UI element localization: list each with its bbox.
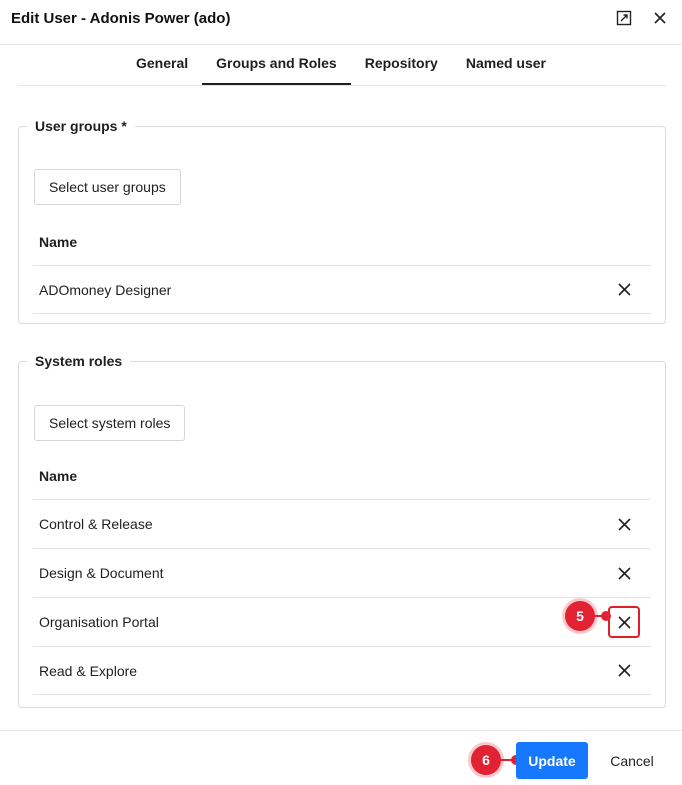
table-row: Read & Explore (33, 646, 651, 695)
close-icon (617, 517, 631, 531)
footer-divider (0, 730, 682, 731)
select-system-roles-button[interactable]: Select system roles (34, 405, 186, 441)
remove-user-group-button[interactable] (608, 274, 640, 306)
system-role-name: Control & Release (39, 516, 153, 532)
close-icon (617, 566, 631, 580)
system-role-name: Read & Explore (39, 662, 138, 679)
system-role-name: Design & Document (39, 565, 164, 581)
table-row: ADOmoney Designer (33, 265, 651, 314)
user-group-name: ADOmoney Designer (39, 281, 172, 298)
tabs-divider (18, 85, 666, 86)
tab-groups-and-roles[interactable]: Groups and Roles (202, 45, 351, 85)
user-groups-table: ADOmoney Designer (33, 265, 651, 314)
system-role-name: Organisation Portal (39, 614, 159, 630)
tab-general[interactable]: General (122, 45, 202, 85)
close-icon[interactable] (650, 8, 670, 28)
remove-system-role-button[interactable] (608, 557, 640, 589)
remove-system-role-button[interactable] (608, 655, 640, 687)
step-marker: 5 (565, 601, 595, 631)
table-row: Design & Document (33, 548, 651, 597)
tab-named-user[interactable]: Named user (452, 45, 560, 85)
system-roles-name-header: Name (39, 468, 78, 484)
step-connector-dot (601, 611, 611, 621)
close-icon (617, 615, 631, 629)
select-user-groups-button[interactable]: Select user groups (34, 169, 181, 205)
step-marker: 6 (471, 745, 501, 775)
dialog-title: Edit User - Adonis Power (ado) (11, 10, 231, 27)
update-button[interactable]: Update (516, 742, 588, 779)
user-groups-name-header: Name (39, 234, 78, 250)
system-roles-legend: System roles (35, 353, 123, 369)
user-groups-section: User groups * Select user groups Name AD… (18, 118, 666, 324)
close-icon (617, 283, 631, 296)
system-roles-table: Control & Release Design & Document Orga… (33, 499, 651, 695)
cancel-button[interactable]: Cancel (600, 742, 664, 779)
system-roles-section: System roles Select system roles Name Co… (18, 353, 666, 708)
table-row: Control & Release (33, 499, 651, 548)
close-icon (617, 664, 631, 677)
tab-bar: General Groups and Roles Repository Name… (0, 45, 682, 85)
remove-system-role-button[interactable] (608, 508, 640, 540)
remove-system-role-button[interactable] (608, 606, 640, 638)
table-row: Organisation Portal (33, 597, 651, 646)
expand-icon[interactable] (614, 8, 634, 28)
tab-repository[interactable]: Repository (351, 45, 452, 85)
user-groups-legend: User groups * (35, 118, 127, 134)
